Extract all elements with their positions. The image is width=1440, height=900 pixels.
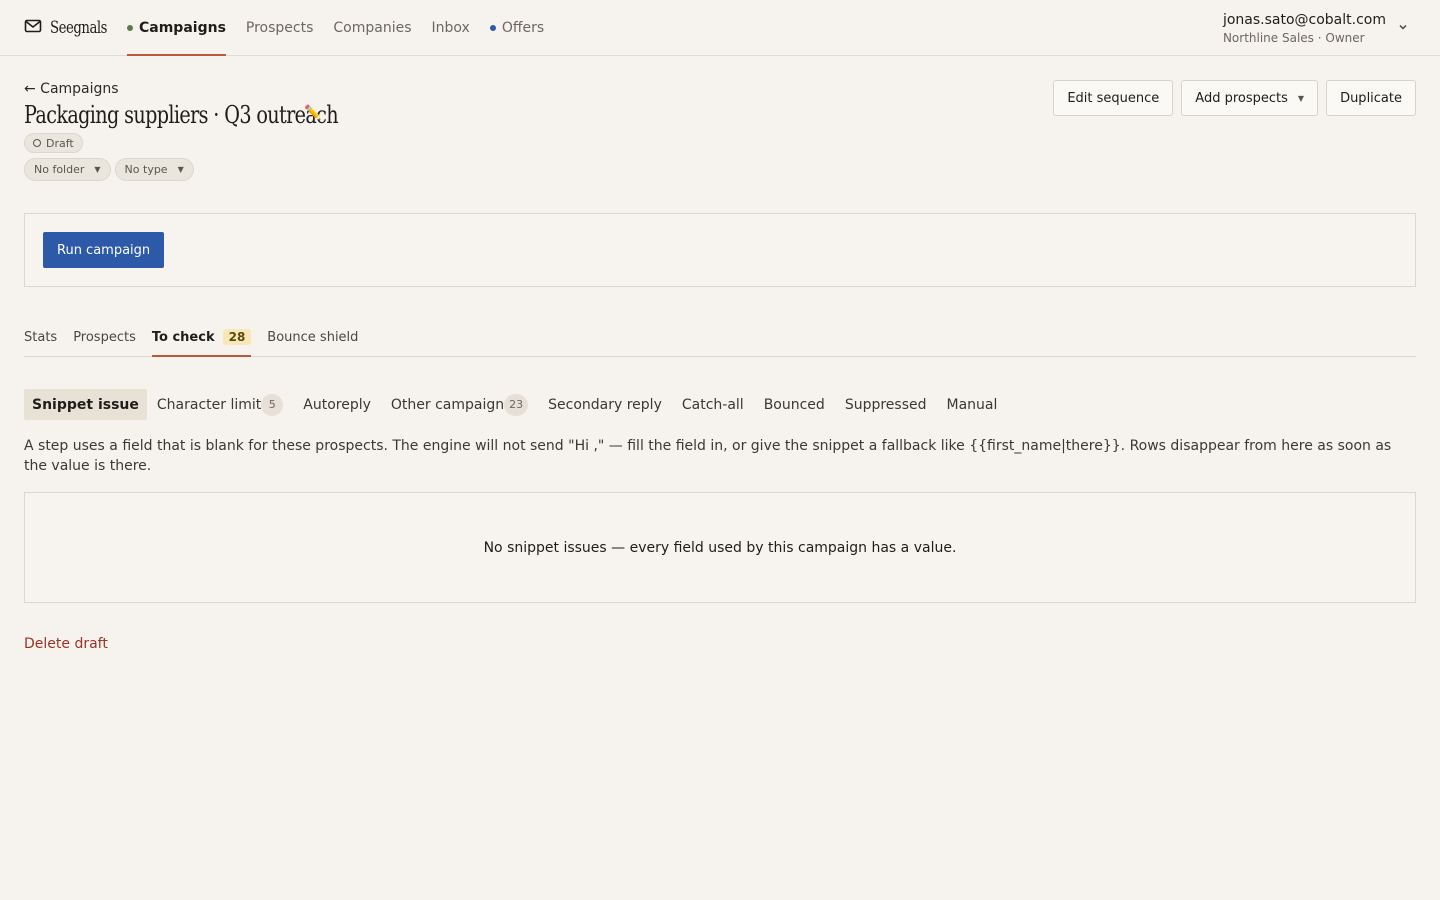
subtab-other-campaign[interactable]: Other campaign 23	[381, 389, 538, 420]
run-panel: Run campaign	[24, 213, 1416, 287]
subtab-bounced[interactable]: Bounced	[754, 389, 835, 420]
back-to-campaigns-link[interactable]: ← Campaigns	[24, 81, 119, 97]
tab-prospects-label: Prospects	[73, 329, 136, 345]
status-badge: Draft	[24, 133, 83, 153]
status-label: Draft	[46, 136, 74, 150]
tab-to-check[interactable]: To check 28	[151, 318, 252, 357]
subtab-bounced-label: Bounced	[763, 396, 825, 413]
campaign-meta-pills: No folder ▼ No type ▼	[24, 158, 194, 181]
duplicate-button[interactable]: Duplicate	[1326, 80, 1416, 116]
title-row: Packaging suppliers · Q3 outreach ✏️	[24, 101, 364, 129]
tab-stats-label: Stats	[24, 329, 58, 345]
subtab-autoreply-label: Autoreply	[303, 396, 371, 413]
subtab-character-limit[interactable]: Character limit 5	[147, 389, 293, 420]
nav-companies-label: Companies	[333, 19, 412, 36]
nav-prospects[interactable]: Prospects	[246, 0, 313, 55]
nav-campaigns-dot-icon	[127, 24, 133, 31]
campaign-tabs: Stats Prospects To check 28 Bounce shiel…	[24, 318, 1416, 357]
subtab-autoreply[interactable]: Autoreply	[293, 389, 381, 420]
chevron-down-icon[interactable]	[1396, 20, 1410, 34]
nav-offers-dot-icon	[489, 24, 496, 31]
top-navbar: Seegnals Campaigns Prospects Companies I…	[0, 0, 1440, 56]
check-subtabs: Snippet issue Character limit 5 Autorepl…	[24, 389, 1007, 420]
subtab-catch-all[interactable]: Catch-all	[672, 389, 754, 420]
tab-bounce-shield-label: Bounce shield	[267, 329, 359, 345]
brand-name: Seegnals	[50, 18, 108, 38]
nav-companies[interactable]: Companies	[333, 0, 411, 55]
empty-state-message: No snippet issues — every field used by …	[483, 539, 957, 556]
subtab-manual-label: Manual	[946, 396, 998, 413]
to-check-count-badge: 28	[222, 329, 252, 345]
nav-campaigns[interactable]: Campaigns	[127, 0, 226, 56]
caret-down-icon: ▼	[94, 165, 101, 174]
user-org: Northline Sales · Owner	[1222, 31, 1365, 45]
subtab-secondary-reply[interactable]: Secondary reply	[538, 389, 672, 420]
edit-sequence-button[interactable]: Edit sequence	[1053, 80, 1174, 116]
add-prospects-label: Add prospects	[1195, 90, 1288, 106]
subtab-catch-all-label: Catch-all	[681, 396, 744, 413]
user-menu[interactable]: jonas.sato@cobalt.com Northline Sales · …	[1223, 11, 1386, 47]
subtab-snippet-issue-label: Snippet issue	[32, 396, 139, 413]
other-campaign-count-badge: 23	[504, 393, 529, 416]
subtab-other-campaign-label: Other campaign	[390, 396, 505, 413]
type-select[interactable]: No type ▼	[114, 158, 194, 181]
empty-state-panel: No snippet issues — every field used by …	[24, 492, 1416, 603]
tab-stats[interactable]: Stats	[24, 318, 57, 356]
nav-prospects-label: Prospects	[245, 19, 314, 36]
caret-down-icon: ▼	[1297, 93, 1305, 103]
nav-inbox-label: Inbox	[431, 19, 470, 36]
folder-select[interactable]: No folder ▼	[24, 158, 111, 181]
duplicate-label: Duplicate	[1340, 90, 1402, 106]
snippet-issue-description: A step uses a field that is blank for th…	[24, 438, 1392, 474]
delete-draft-link[interactable]: Delete draft	[24, 636, 108, 652]
pencil-icon[interactable]: ✏️	[304, 105, 321, 121]
status-ring-icon	[33, 139, 41, 147]
tab-prospects[interactable]: Prospects	[73, 318, 136, 356]
user-email: jonas.sato@cobalt.com	[1222, 12, 1386, 28]
page-title: Packaging suppliers · Q3 outreach	[24, 101, 339, 129]
character-limit-count-badge: 5	[261, 393, 284, 416]
subtab-manual[interactable]: Manual	[937, 389, 1008, 420]
tab-to-check-label: To check	[151, 329, 215, 345]
folder-select-label: No folder	[34, 163, 85, 176]
nav-inbox[interactable]: Inbox	[432, 0, 470, 55]
subtab-character-limit-label: Character limit	[156, 396, 262, 413]
tab-bounce-shield[interactable]: Bounce shield	[267, 318, 358, 356]
subtab-suppressed[interactable]: Suppressed	[835, 389, 937, 420]
mail-icon	[24, 17, 42, 39]
nav-offers-label: Offers	[501, 19, 545, 36]
header-actions: Edit sequence Add prospects ▼ Duplicate	[1053, 80, 1416, 116]
caret-down-icon: ▼	[177, 165, 184, 174]
nav-offers[interactable]: Offers	[489, 0, 545, 55]
main-nav: Campaigns Prospects Companies Inbox Offe…	[127, 0, 544, 56]
type-select-label: No type	[124, 163, 168, 176]
subtab-suppressed-label: Suppressed	[844, 396, 927, 413]
run-campaign-button[interactable]: Run campaign	[43, 232, 165, 268]
add-prospects-button[interactable]: Add prospects ▼	[1181, 80, 1319, 116]
brand-logo[interactable]: Seegnals	[24, 14, 123, 42]
edit-sequence-label: Edit sequence	[1067, 90, 1160, 106]
subtab-snippet-issue[interactable]: Snippet issue	[24, 389, 147, 420]
subtab-secondary-reply-label: Secondary reply	[548, 396, 662, 413]
nav-campaigns-label: Campaigns	[139, 19, 226, 36]
